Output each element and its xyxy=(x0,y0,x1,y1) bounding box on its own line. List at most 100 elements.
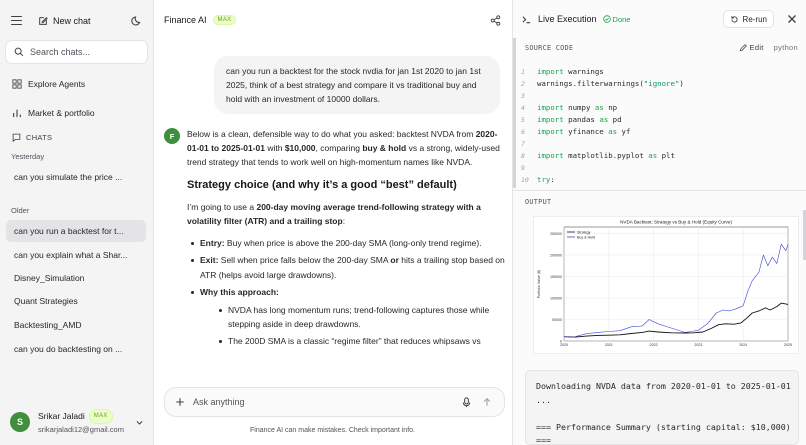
check-circle-icon xyxy=(602,15,611,23)
answer-bold-buy-hold: buy & hold xyxy=(362,143,407,154)
code-line: 11 from tabulate import tabulate xyxy=(521,186,799,188)
code-token: import xyxy=(537,115,564,124)
y-tick-label: 150000 xyxy=(550,275,562,279)
code-token: import xyxy=(537,127,564,136)
exit-or: or xyxy=(390,255,399,266)
equity-chart: NVDA Backtest: Strategy vs Buy & Hold (E… xyxy=(533,216,799,354)
status-label: Done xyxy=(612,14,631,24)
new-chat-label: New chat xyxy=(53,16,91,26)
line-number: 3 xyxy=(521,92,525,100)
code-token: import xyxy=(537,103,564,112)
source-code-header: SOURCE CODE Edit python xyxy=(525,43,798,52)
search-box[interactable] xyxy=(5,40,148,64)
code-token: pd xyxy=(608,115,622,124)
arrow-up-icon xyxy=(483,397,491,406)
answer-text: , comparing xyxy=(315,143,363,154)
chat-item[interactable]: can you explain what a Shar... xyxy=(6,244,146,266)
search-input[interactable] xyxy=(30,47,140,57)
answer-text: Below is a clean, defensible way to do w… xyxy=(187,129,476,139)
user-profile-button[interactable]: S Srikar Jaladi MAX srikarjaladi12@gmail… xyxy=(10,409,144,435)
series-line-buy-hold xyxy=(563,243,789,338)
pencil-icon xyxy=(739,43,747,51)
code-scrollbar[interactable] xyxy=(513,38,516,188)
plan-badge: MAX xyxy=(88,409,113,424)
equity-chart-svg: NVDA Backtest: Strategy vs Buy & Hold (E… xyxy=(537,220,792,348)
microphone-icon[interactable] xyxy=(461,396,472,408)
console-output: Downloading NVDA data from 2020-01-01 to… xyxy=(525,370,799,445)
chevron-down-icon xyxy=(136,420,143,425)
theme-toggle-icon[interactable] xyxy=(131,15,143,27)
code-token: import xyxy=(537,151,564,160)
output-heading: OUTPUT xyxy=(525,198,552,206)
why-label: Why this approach: xyxy=(200,286,279,297)
chat-item[interactable]: Quant Strategies xyxy=(6,290,146,312)
code-token: : xyxy=(550,175,555,184)
explore-agents-link[interactable]: Explore Agents xyxy=(12,79,85,89)
code-line: 1 import warnings xyxy=(521,66,799,78)
app-title: Finance AI xyxy=(164,15,207,25)
list-item: Entry: Buy when price is above the 200-d… xyxy=(187,236,505,250)
code-line: 6 import yfinance as yf xyxy=(521,126,799,138)
x-tick-label: 2021 xyxy=(605,343,613,347)
code-token: as xyxy=(608,127,618,136)
disclaimer: Finance AI can make mistakes. Check impo… xyxy=(250,427,415,434)
line-number: 2 xyxy=(521,80,525,88)
panel-header: Live Execution Done Re-run xyxy=(521,9,798,29)
answer-intro: Below is a clean, defensible way to do w… xyxy=(187,127,505,170)
code-token: as xyxy=(599,115,609,124)
answer-strategy-paragraph: I’m going to use a 200-day moving averag… xyxy=(187,200,505,228)
chat-item[interactable]: can you do backtesting on ... xyxy=(6,338,146,360)
list-item: The 200D SMA is a classic “regime filter… xyxy=(215,334,505,348)
send-button[interactable] xyxy=(480,395,494,409)
code-token: tabulate xyxy=(644,186,684,188)
exit-text: Sell when price falls below the 200-day … xyxy=(218,255,391,266)
line-number: 11 xyxy=(521,186,537,188)
output-header: OUTPUT xyxy=(525,198,798,206)
code-line: 2 warnings.filterwarnings("ignore") xyxy=(521,78,799,90)
chats-section-heading: CHATS xyxy=(12,133,52,142)
code-editor[interactable]: 1 import warnings 2 warnings.filterwarnings… xyxy=(521,66,799,188)
line-number: 6 xyxy=(521,128,525,136)
entry-text: Buy when price is above the 200-day SMA … xyxy=(224,238,482,249)
composer[interactable] xyxy=(164,387,505,417)
chat-item[interactable]: Backtesting_AMD xyxy=(6,314,146,336)
chat-item[interactable]: Disney_Simulation xyxy=(6,267,146,289)
answer-text: I’m going to use a xyxy=(187,201,257,212)
code-line: 8 import matplotlib.pyplot as plt xyxy=(521,150,799,162)
list-item: Exit: Sell when price falls below the 20… xyxy=(187,253,505,281)
series-line-strategy xyxy=(563,302,789,338)
line-number: 5 xyxy=(521,116,525,124)
share-icon[interactable] xyxy=(490,14,501,26)
code-token: numpy xyxy=(563,103,595,112)
source-code-heading: SOURCE CODE xyxy=(525,43,574,52)
chat-item-active[interactable]: can you run a backtest for t... xyxy=(6,220,146,242)
code-line: 7 xyxy=(521,138,799,150)
edit-button[interactable]: Edit xyxy=(739,43,764,52)
market-portfolio-link[interactable]: Market & portfolio xyxy=(12,108,95,118)
rerun-button[interactable]: Re-run xyxy=(722,10,774,28)
menu-icon[interactable] xyxy=(10,14,24,28)
code-token: import xyxy=(617,186,644,188)
sidebar: New chat Explore Agents Market & portfol… xyxy=(0,0,154,445)
message-input[interactable] xyxy=(193,397,453,407)
language-label: python xyxy=(773,43,798,52)
edit-label: Edit xyxy=(749,43,764,52)
line-number: 10 xyxy=(521,176,529,184)
answer-heading: Strategy choice (and why it’s a good “be… xyxy=(187,178,457,191)
user-name: Srikar Jaladi xyxy=(38,411,85,421)
plus-icon[interactable] xyxy=(175,397,185,407)
rerun-label: Re-run xyxy=(742,14,767,24)
terminal-icon xyxy=(522,15,531,23)
close-icon[interactable] xyxy=(786,13,798,25)
answer-sublist: NVDA has long momentum runs; trend-follo… xyxy=(200,303,505,349)
code-line: 10 try: xyxy=(521,174,799,186)
exit-label: Exit: xyxy=(200,255,219,266)
code-token: warnings xyxy=(563,67,604,76)
code-token: import xyxy=(537,67,564,76)
code-line: 4 import numpy as np xyxy=(521,102,799,114)
entry-label: Entry: xyxy=(200,238,225,249)
chat-item[interactable]: can you simulate the price ... xyxy=(6,166,146,188)
new-chat-button[interactable]: New chat xyxy=(38,16,91,26)
y-tick-label: 50000 xyxy=(552,318,562,322)
